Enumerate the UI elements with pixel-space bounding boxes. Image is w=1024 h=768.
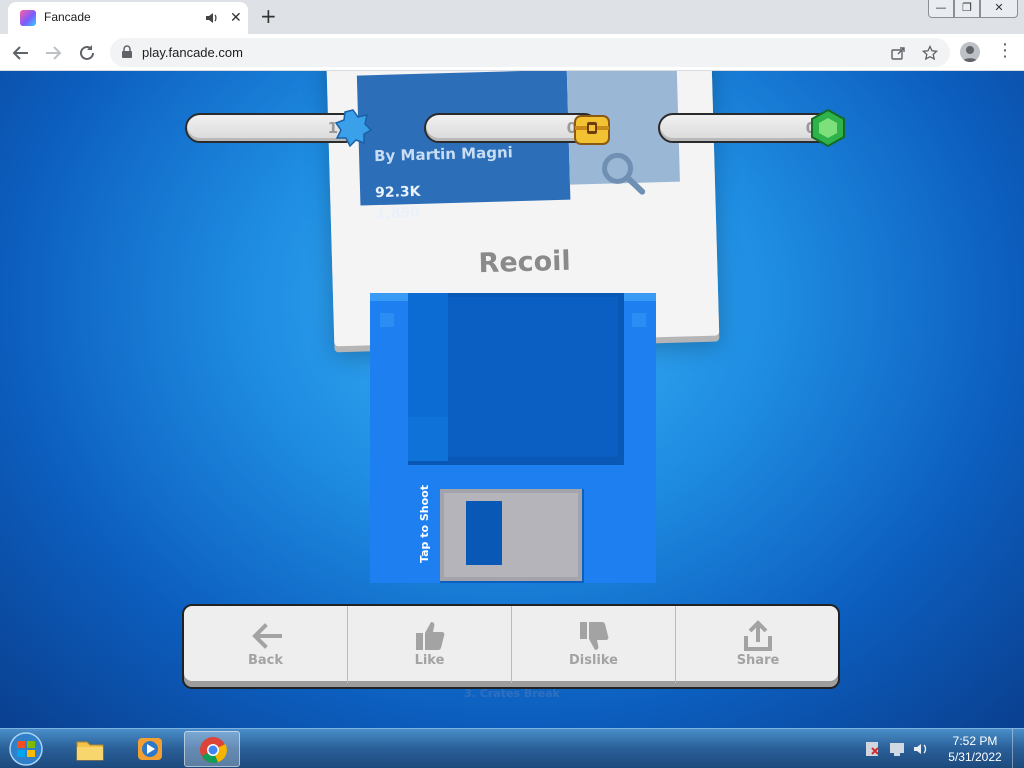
taskbar-chrome[interactable]	[184, 731, 240, 767]
tab-strip: Fancade ✕ + — ❐ ✕	[0, 0, 1024, 34]
tab-close-icon[interactable]: ✕	[230, 10, 242, 26]
start-button-icon[interactable]	[6, 731, 46, 767]
dislike-label: Dislike	[568, 653, 618, 668]
magnifier-icon	[602, 152, 646, 195]
new-tab-button[interactable]: +	[260, 6, 277, 26]
dislike-button[interactable]: Dislike	[512, 606, 676, 683]
share-page-icon[interactable]	[890, 45, 906, 61]
window-restore-button[interactable]: ❐	[954, 0, 980, 18]
bookmark-star-icon[interactable]	[922, 45, 938, 61]
fancade-favicon-icon	[20, 10, 36, 26]
share-label: Share	[736, 653, 780, 668]
game-plays-count: 92.3K	[374, 183, 421, 202]
tab-fancade[interactable]: Fancade ✕	[8, 2, 248, 34]
clock-date: 5/31/2022	[948, 750, 1002, 764]
floppy-label-container: Tap to Shoot	[408, 463, 450, 587]
share-button[interactable]: Share	[676, 606, 840, 683]
windows-taskbar: 7:52 PM 5/31/2022	[0, 728, 1024, 768]
forward-arrow-icon[interactable]	[42, 42, 64, 64]
browser-menu-icon[interactable]: ⋮	[996, 42, 1014, 62]
clock-time: 7:52 PM	[952, 734, 998, 748]
media-player-icon	[138, 738, 162, 760]
tap-to-shoot-label: Tap to Shoot	[418, 485, 431, 563]
url-text[interactable]: play.fancade.com	[142, 45, 243, 60]
star-badge-icon	[334, 109, 373, 148]
window-minimize-button[interactable]: —	[928, 0, 954, 18]
show-desktop-button[interactable]	[1012, 729, 1024, 768]
like-label: Like	[414, 653, 445, 668]
arrow-left-icon	[252, 623, 282, 649]
tab-title: Fancade	[44, 10, 91, 24]
volume-icon	[914, 744, 921, 754]
window-close-button[interactable]: ✕	[980, 0, 1018, 18]
system-tray-icons[interactable]	[864, 739, 934, 759]
back-arrow-icon[interactable]	[10, 42, 32, 64]
taskbar-media-player[interactable]	[122, 731, 178, 767]
audio-playing-icon[interactable]	[204, 10, 220, 26]
browser-toolbar: play.fancade.com ⋮	[0, 34, 1024, 71]
share-icon	[744, 620, 772, 651]
game-action-bar: Back Like Dislike Share	[182, 604, 840, 689]
folder-icon	[76, 741, 104, 761]
like-button[interactable]: Like	[348, 606, 512, 683]
address-bar[interactable]: play.fancade.com	[110, 38, 950, 67]
taskbar-clock[interactable]: 7:52 PM 5/31/2022	[940, 733, 1010, 765]
treasure-chest-icon	[574, 115, 610, 145]
game-title: Recoil	[478, 245, 572, 280]
profile-avatar-icon[interactable]	[960, 42, 980, 62]
level-ghost-label: 3. Crates Break	[464, 687, 560, 700]
back-button[interactable]: Back	[184, 606, 348, 683]
chrome-icon	[200, 737, 227, 763]
game-likes-count: 1,850	[375, 204, 421, 223]
green-gem-icon	[811, 108, 845, 148]
lock-icon[interactable]	[120, 45, 134, 59]
network-icon	[890, 743, 904, 753]
reload-icon[interactable]	[76, 42, 98, 64]
back-label: Back	[247, 653, 284, 668]
taskbar-explorer[interactable]	[62, 731, 118, 767]
game-canvas[interactable]: By Martin Magni 92.3K 1,850 Recoil 1 0 0	[0, 71, 1024, 728]
thumbs-up-icon	[416, 622, 445, 650]
thumbs-down-icon	[580, 622, 609, 650]
